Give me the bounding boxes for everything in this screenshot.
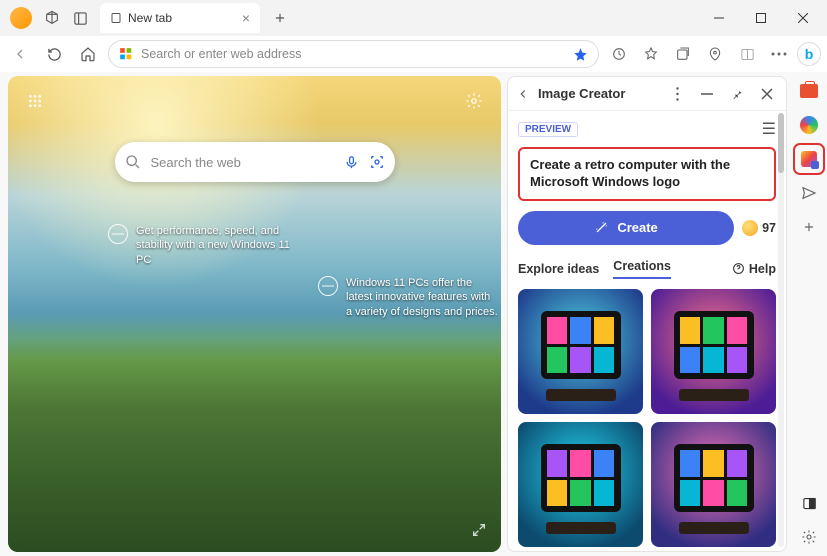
- creation-thumb[interactable]: [518, 289, 643, 414]
- close-window-button[interactable]: [783, 4, 823, 32]
- wand-icon: [594, 220, 609, 235]
- sidebar-add-icon[interactable]: [796, 214, 822, 240]
- voice-search-icon[interactable]: [344, 155, 359, 170]
- create-label: Create: [617, 220, 657, 235]
- profile-avatar[interactable]: [10, 7, 32, 29]
- prompt-input[interactable]: Create a retro computer with the Microso…: [518, 147, 776, 201]
- creation-thumb[interactable]: [651, 422, 776, 547]
- panel-close-icon[interactable]: [756, 83, 778, 105]
- promo-card[interactable]: Get performance, speed, and stability wi…: [108, 224, 308, 267]
- close-tab-icon[interactable]: ×: [242, 10, 250, 26]
- ntp-search-placeholder: Search the web: [151, 155, 241, 170]
- search-icon: [125, 154, 141, 170]
- sidebar-settings-icon[interactable]: [796, 524, 822, 550]
- panel-pin-icon[interactable]: [726, 83, 748, 105]
- page-icon: [110, 12, 122, 24]
- split-screen-icon[interactable]: [733, 40, 761, 68]
- tab-creations[interactable]: Creations: [613, 259, 671, 279]
- panel-more-icon[interactable]: [666, 83, 688, 105]
- sidebar-copilot-icon[interactable]: [796, 112, 822, 138]
- workspaces-icon[interactable]: [38, 4, 66, 32]
- image-creator-panel: Image Creator PREVIEW ☰ Create a retro c…: [507, 76, 787, 552]
- globe-icon: [318, 276, 338, 296]
- home-button[interactable]: [74, 40, 102, 68]
- new-tab-button[interactable]: [266, 4, 294, 32]
- edge-sidebar: [791, 72, 827, 556]
- coin-count: 97: [762, 221, 776, 235]
- creation-thumb[interactable]: [651, 289, 776, 414]
- ntp-search-box[interactable]: Search the web: [115, 142, 395, 182]
- tab-title: New tab: [128, 11, 172, 25]
- image-search-icon[interactable]: [369, 154, 385, 170]
- search-engine-icon: [119, 47, 133, 61]
- promo-text: Get performance, speed, and stability wi…: [136, 224, 308, 267]
- coin-balance[interactable]: 97: [742, 220, 776, 236]
- omnibox[interactable]: Search or enter web address: [108, 40, 599, 68]
- panel-scrollbar[interactable]: [778, 113, 784, 547]
- more-menu-icon[interactable]: [765, 40, 793, 68]
- collections-icon[interactable]: [669, 40, 697, 68]
- titlebar: New tab ×: [0, 0, 827, 36]
- minimize-button[interactable]: [699, 4, 739, 32]
- prompt-text: Create a retro computer with the Microso…: [530, 157, 730, 189]
- expand-icon[interactable]: [471, 522, 493, 544]
- tab-explore-ideas[interactable]: Explore ideas: [518, 262, 599, 276]
- refresh-button[interactable]: [40, 40, 68, 68]
- back-button[interactable]: [6, 40, 34, 68]
- panel-menu-icon[interactable]: ☰: [762, 119, 776, 139]
- browser-tab[interactable]: New tab ×: [100, 3, 260, 33]
- coin-icon: [742, 220, 758, 236]
- back-icon[interactable]: [516, 87, 530, 101]
- maximize-button[interactable]: [741, 4, 781, 32]
- create-button[interactable]: Create: [518, 211, 734, 245]
- omnibox-placeholder: Search or enter web address: [141, 47, 302, 61]
- window-controls: [699, 4, 823, 32]
- extensions-icon[interactable]: [605, 40, 633, 68]
- sidebar-send-icon[interactable]: [796, 180, 822, 206]
- help-icon: [732, 262, 745, 275]
- address-bar: Search or enter web address b: [0, 36, 827, 72]
- favorite-star-icon[interactable]: [573, 47, 588, 62]
- sidebar-image-creator-icon[interactable]: [796, 146, 822, 172]
- new-tab-page: Search the web Get performance, speed, a…: [8, 76, 501, 552]
- vertical-tabs-icon[interactable]: [66, 4, 94, 32]
- sidebar-tools-icon[interactable]: [796, 78, 822, 104]
- preview-badge: PREVIEW: [518, 122, 578, 137]
- panel-title: Image Creator: [538, 86, 625, 101]
- sidebar-toggle-icon[interactable]: [796, 490, 822, 516]
- favorites-icon[interactable]: [637, 40, 665, 68]
- creations-grid: [518, 289, 776, 547]
- browser-essentials-icon[interactable]: [701, 40, 729, 68]
- help-link[interactable]: Help: [732, 262, 776, 276]
- globe-icon: [108, 224, 128, 244]
- creation-thumb[interactable]: [518, 422, 643, 547]
- panel-header: Image Creator: [508, 77, 786, 111]
- apps-grid-icon[interactable]: [22, 88, 48, 114]
- panel-minimize-icon[interactable]: [696, 83, 718, 105]
- promo-text: Windows 11 PCs offer the latest innovati…: [346, 276, 498, 319]
- page-settings-icon[interactable]: [461, 88, 487, 114]
- bing-chat-icon[interactable]: b: [797, 42, 821, 66]
- promo-card[interactable]: Windows 11 PCs offer the latest innovati…: [318, 276, 498, 319]
